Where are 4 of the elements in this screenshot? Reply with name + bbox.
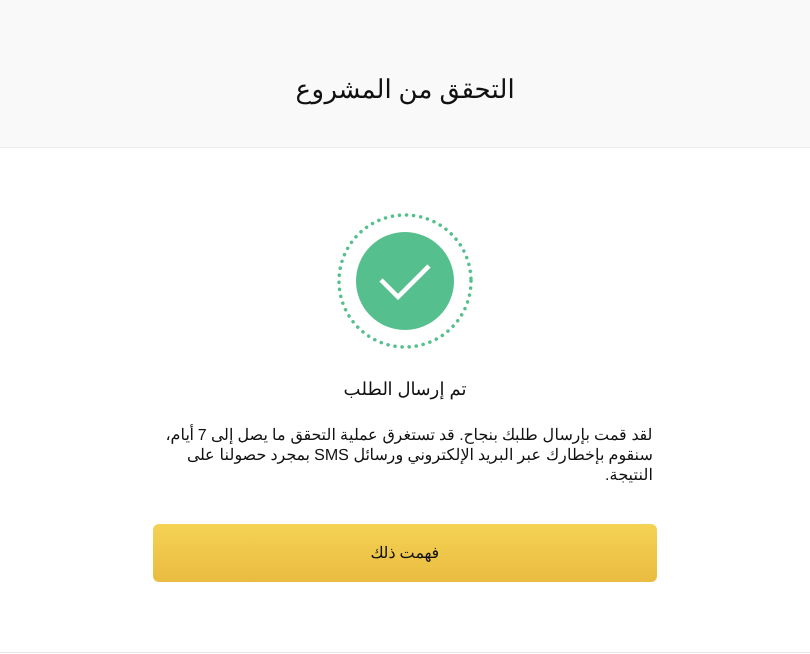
page-title: التحقق من المشروع (295, 73, 515, 105)
confirm-button[interactable]: فهمت ذلك (153, 524, 657, 582)
status-message: لقد قمت بإرسال طلبك بنجاح. قد تستغرق عملية التحقق ما يصل إلى 7 أيام، سنقوم بإخطارك عبر البريد الإلكتروني ورسائل SMS بمجرد حصولنا على النتيجة. (158, 426, 652, 486)
status-heading: تم إرسال الطلب (344, 378, 467, 400)
